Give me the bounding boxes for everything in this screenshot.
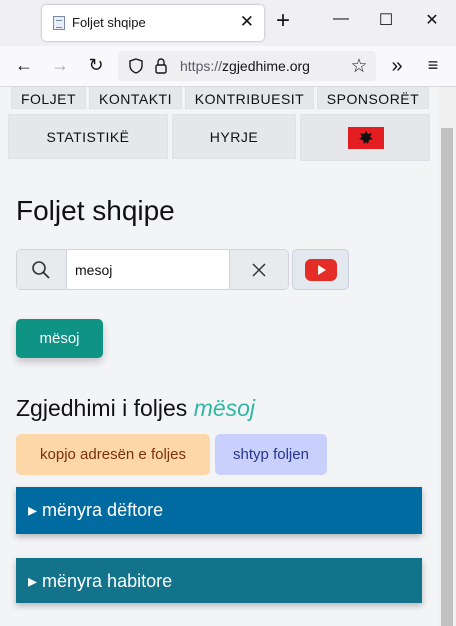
forward-icon[interactable]: → — [48, 55, 72, 76]
bookmark-star-icon[interactable]: ☆ — [347, 55, 371, 78]
nav-kontakti[interactable]: KONTAKTI — [89, 87, 182, 109]
browser-tab[interactable]: Foljet shqipe ✕ — [42, 5, 264, 41]
menu-icon[interactable]: ≡ — [421, 55, 445, 76]
tab-title: Foljet shqipe — [72, 15, 146, 30]
print-verb-button[interactable]: shtyp foljen — [215, 434, 327, 475]
conjugation-verb: mësoj — [193, 395, 256, 421]
minimize-icon[interactable]: — — [326, 10, 356, 28]
nav-statistike[interactable]: STATISTIKË — [8, 114, 168, 159]
nav-hyrje[interactable]: HYRJE — [172, 114, 296, 159]
section-deftore[interactable]: ▸ mënyra dëftore — [16, 487, 422, 534]
page-favicon-icon — [53, 16, 65, 30]
youtube-button[interactable] — [292, 249, 349, 290]
nav-language[interactable] — [300, 114, 430, 161]
lock-icon[interactable] — [154, 57, 168, 75]
conjugation-heading: Zgjedhimi i foljes mësoj — [16, 395, 255, 422]
scrollbar-thumb[interactable] — [441, 128, 453, 626]
albanian-flag-icon — [348, 127, 384, 149]
youtube-icon — [305, 259, 337, 281]
verb-search: mesoj — [16, 249, 289, 290]
search-button[interactable] — [17, 250, 67, 289]
close-window-icon[interactable]: ✕ — [417, 10, 447, 30]
nav-kontribuesit[interactable]: KONTRIBUESIT — [185, 87, 314, 109]
verb-result-button[interactable]: mësoj — [16, 319, 103, 358]
section-habitore[interactable]: ▸ mënyra habitore — [16, 558, 422, 603]
nav-sponsoret[interactable]: SPONSORËT — [317, 87, 429, 109]
url-bar[interactable]: https://zgjedhime.org — [118, 51, 376, 81]
reload-icon[interactable]: ↻ — [84, 55, 108, 76]
maximize-icon[interactable]: ☐ — [371, 10, 401, 30]
browser-titlebar: Foljet shqipe ✕ + — ☐ ✕ — [0, 0, 456, 46]
new-tab-button[interactable]: + — [276, 9, 290, 33]
page-title: Foljet shqipe — [16, 195, 175, 226]
conjugation-title: Zgjedhimi i foljes — [16, 395, 188, 421]
url-text[interactable]: https://zgjedhime.org — [180, 58, 310, 74]
search-input[interactable]: mesoj — [75, 262, 112, 278]
tab-close-icon[interactable]: ✕ — [240, 12, 254, 32]
close-icon — [252, 263, 266, 277]
section-deftore-label: ▸ mënyra dëftore — [28, 500, 164, 520]
nav-foljet[interactable]: FOLJET — [11, 87, 86, 109]
section-habitore-label: ▸ mënyra habitore — [28, 571, 173, 591]
back-icon[interactable]: ← — [12, 55, 36, 76]
overflow-chevron-icon[interactable]: » — [385, 55, 409, 78]
search-icon — [32, 261, 50, 279]
copy-address-button[interactable]: kopjo adresën e foljes — [16, 434, 210, 475]
clear-search-button[interactable] — [229, 250, 288, 289]
page-viewport: FOLJET KONTAKTI KONTRIBUESIT SPONSORËT S… — [0, 87, 438, 626]
shield-icon[interactable] — [128, 58, 144, 74]
browser-navbar: ← → ↻ https://zgjedhime.org ☆ » ≡ — [0, 46, 456, 87]
